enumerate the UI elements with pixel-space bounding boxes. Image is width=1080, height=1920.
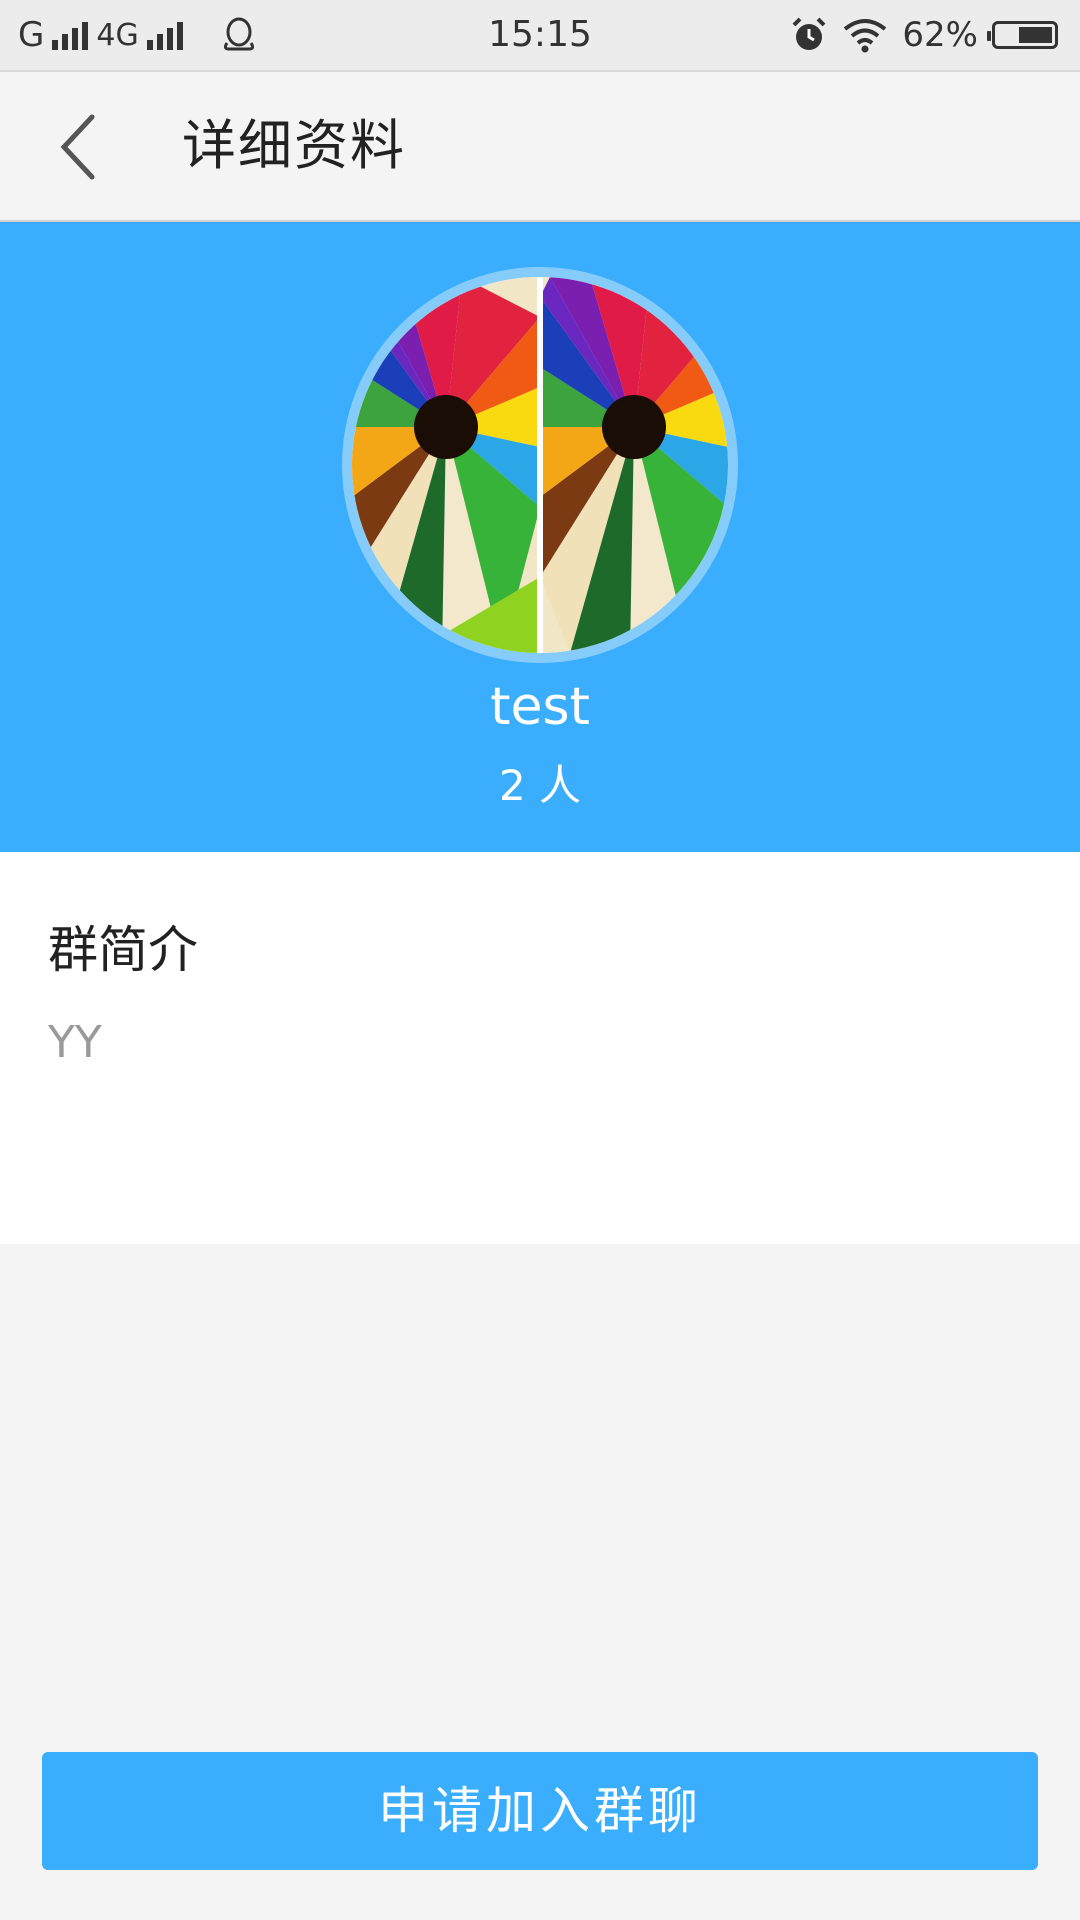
- group-name: test: [490, 677, 590, 737]
- battery-icon: [987, 21, 1058, 49]
- colored-pencils-avatar: [352, 277, 728, 653]
- join-group-button[interactable]: 申请加入群聊: [42, 1752, 1038, 1870]
- group-banner: test 2 人: [0, 222, 1080, 852]
- member-count: 2 人: [498, 761, 582, 810]
- chevron-left-icon: [60, 114, 95, 180]
- intro-title: 群简介: [48, 921, 198, 979]
- battery-fill: [1019, 27, 1052, 43]
- page-title: 详细资料: [182, 114, 406, 177]
- group-intro-card: 群简介 YY: [0, 852, 1080, 1244]
- back-button[interactable]: [40, 107, 120, 187]
- status-right: 62%: [790, 0, 1058, 70]
- alarm-icon: [793, 17, 826, 50]
- group-avatar[interactable]: [342, 267, 738, 663]
- intro-text: YY: [48, 1017, 102, 1068]
- battery-percent: 62%: [902, 15, 978, 55]
- app-bar: 详细资料: [0, 72, 1080, 223]
- status-bar: G 4G 15:15 62%: [0, 0, 1080, 72]
- screen: G 4G 15:15 62% 详细资料 test 2 人 群简介 YY 申请加入…: [0, 0, 1080, 1920]
- wifi-icon: [844, 19, 887, 53]
